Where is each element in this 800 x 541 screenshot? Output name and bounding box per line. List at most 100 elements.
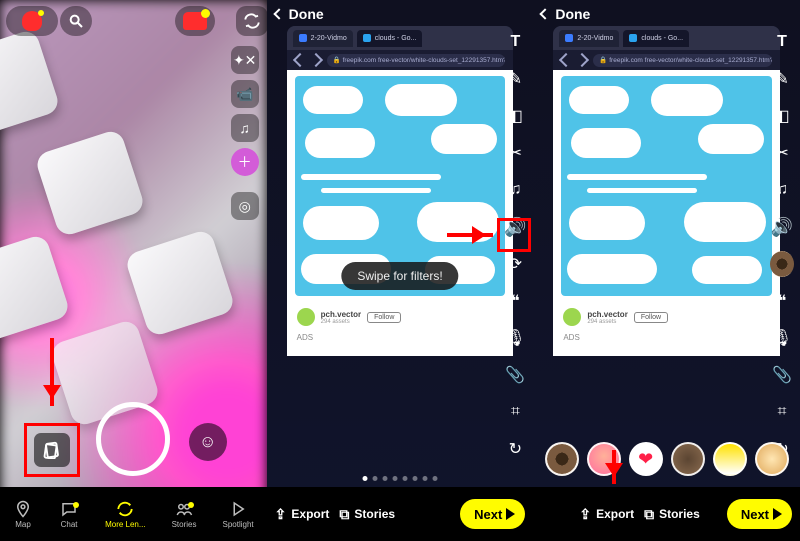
next-button[interactable]: Next — [727, 499, 792, 529]
send-arrow-icon — [506, 508, 515, 520]
follow-button: Follow — [634, 312, 668, 323]
flip-camera-button[interactable] — [236, 6, 267, 36]
back-arrow-icon — [293, 53, 307, 67]
lens-option[interactable]: ❤ — [629, 442, 663, 476]
stories-label: Stories — [354, 507, 395, 521]
lens-option[interactable] — [755, 442, 789, 476]
browser-tab: 2-20-Vidmo — [293, 30, 353, 47]
smiley-icon: ☺ — [199, 432, 216, 452]
nav-spotlight[interactable]: Spotlight — [223, 500, 254, 529]
paperclip-icon: 📎 — [505, 365, 525, 385]
lens-carousel-button[interactable]: ☺ — [189, 423, 227, 461]
next-button[interactable]: Next — [460, 499, 525, 529]
scissors-tool-button[interactable]: ✂ — [503, 141, 527, 165]
export-button[interactable]: ⇪ Export — [275, 506, 330, 523]
nav-label: Map — [15, 520, 31, 529]
lens-option[interactable] — [671, 442, 705, 476]
lens-option[interactable] — [545, 442, 579, 476]
lens-option[interactable] — [713, 442, 747, 476]
export-button[interactable]: ⇪ Export — [579, 506, 634, 523]
author-avatar-icon — [563, 308, 581, 326]
draw-tool-button[interactable]: ✎ — [503, 67, 527, 91]
attach-tool-button[interactable]: 📎 — [503, 363, 527, 387]
add-tool-button[interactable]: ＋ — [231, 148, 259, 176]
nav-chat[interactable]: Chat — [59, 500, 79, 529]
gallery-upload-button[interactable] — [34, 433, 70, 467]
scan-button[interactable]: ◎ — [231, 192, 259, 220]
nav-label: More Len... — [105, 520, 145, 529]
flip-camera-icon — [243, 12, 261, 30]
mic-icon: 🎙 — [505, 328, 525, 348]
nav-map[interactable]: Map — [13, 500, 33, 529]
music-button[interactable]: ♫ — [231, 114, 259, 142]
nav-lenses[interactable]: More Len... — [105, 500, 145, 529]
next-label: Next — [741, 507, 769, 522]
sticker-icon: ◧ — [508, 106, 523, 126]
music-icon: ♫ — [776, 181, 788, 199]
export-label: Export — [596, 507, 634, 521]
sticker-tool-button[interactable]: ◧ — [503, 104, 527, 128]
music-icon: ♫ — [509, 181, 521, 199]
editor-screen-1: Done 2-20-Vidmo clouds - Go... 🔒 freepik… — [267, 0, 534, 541]
crop-tool-button[interactable]: ⌗ — [503, 400, 527, 424]
stories-label: Stories — [659, 507, 700, 521]
browser-tab: 2-20-Vidmo — [559, 30, 619, 47]
video-mode-button[interactable]: 📹 — [231, 80, 259, 108]
nav-label: Chat — [61, 520, 78, 529]
timer-icon: ⟳ — [509, 254, 522, 274]
flash-button[interactable]: ✦✕ — [231, 46, 259, 74]
annotation-arrow-down-icon — [50, 338, 54, 406]
add-friend-icon — [183, 12, 207, 30]
scissors-tool-button[interactable]: ✂ — [770, 141, 794, 165]
annotation-arrow-right-icon — [447, 233, 493, 237]
voice-tool-button[interactable]: 🎙 — [770, 326, 794, 350]
text-icon: T — [510, 33, 520, 51]
search-button[interactable] — [60, 6, 92, 36]
stories-button[interactable]: ⧉ Stories — [644, 506, 700, 523]
editor-bottom-bar: ⇪ Export ⧉ Stories Next — [267, 487, 534, 541]
loop-tool-button[interactable]: ↻ — [503, 437, 527, 461]
attach-tool-button[interactable]: 📎 — [770, 363, 794, 387]
voice-tool-button[interactable]: 🎙 — [503, 326, 527, 350]
done-button[interactable]: Done — [275, 6, 324, 22]
quote-tool-button[interactable]: ❝ — [503, 289, 527, 313]
timer-tool-button[interactable]: ⟳ — [503, 252, 527, 276]
gallery-icon — [42, 441, 62, 459]
shutter-button[interactable] — [96, 402, 170, 476]
music-tool-button[interactable]: ♫ — [770, 178, 794, 202]
timer-lens-button[interactable] — [770, 252, 794, 276]
sticker-tool-button[interactable]: ◧ — [770, 104, 794, 128]
author-name: pch.vector — [321, 310, 361, 319]
draw-tool-button[interactable]: ✎ — [770, 67, 794, 91]
browser-tab-active: clouds - Go... — [357, 30, 423, 47]
author-assets: 294 assets — [321, 319, 361, 325]
profile-button[interactable] — [6, 6, 58, 36]
lens-carousel[interactable]: ❤ — [533, 431, 800, 487]
done-button[interactable]: Done — [541, 6, 590, 22]
scissors-icon: ✂ — [775, 143, 788, 163]
filter-pager — [363, 476, 438, 481]
nav-stories[interactable]: Stories — [172, 500, 197, 529]
done-label: Done — [555, 6, 590, 22]
video-icon: 📹 — [236, 86, 253, 103]
text-tool-button[interactable]: T — [503, 30, 527, 54]
text-tool-button[interactable]: T — [770, 30, 794, 54]
browser-tab-active: clouds - Go... — [623, 30, 689, 47]
music-tool-button[interactable]: ♫ — [503, 178, 527, 202]
chevron-left-icon — [273, 8, 284, 19]
editor-toolbar: T ✎ ◧ ✂ ♫ 🔊 ❝ 🎙 📎 ⌗ ↻ — [770, 30, 794, 461]
crop-icon: ⌗ — [511, 403, 520, 421]
back-arrow-icon — [559, 53, 573, 67]
follow-button: Follow — [367, 312, 401, 323]
pencil-icon: ✎ — [775, 69, 788, 89]
audio-tool-button[interactable]: 🔊 — [770, 215, 794, 239]
author-name: pch.vector — [587, 310, 627, 319]
add-friends-button[interactable] — [175, 6, 215, 36]
stories-button[interactable]: ⧉ Stories — [339, 506, 395, 523]
text-icon: T — [777, 33, 787, 51]
mic-icon: 🎙 — [772, 328, 792, 348]
eye-lens-icon — [770, 251, 794, 277]
quote-tool-button[interactable]: ❝ — [770, 289, 794, 313]
crop-tool-button[interactable]: ⌗ — [770, 400, 794, 424]
ads-label: ADS — [563, 333, 579, 342]
